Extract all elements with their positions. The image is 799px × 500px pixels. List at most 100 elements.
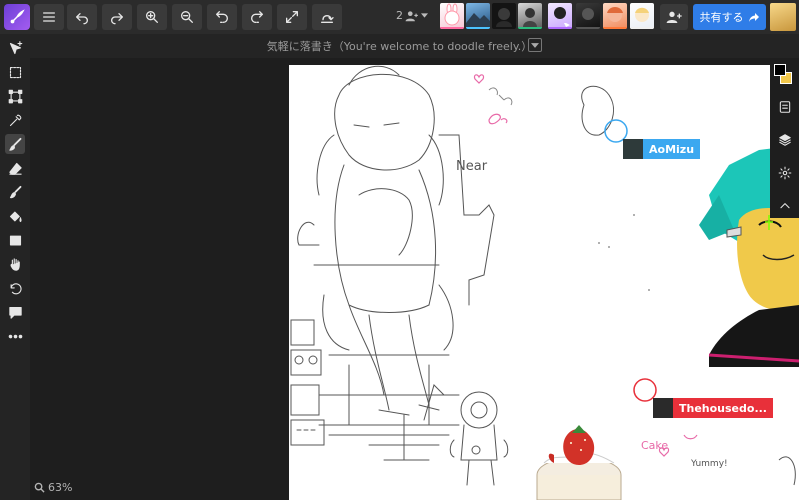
panel-settings-button[interactable]: [776, 164, 793, 181]
menu-icon: [43, 12, 55, 22]
user-avatar-6[interactable]: [576, 3, 600, 29]
undo-button[interactable]: [67, 4, 97, 30]
avatar-bunny-icon: [444, 3, 460, 26]
menu-button[interactable]: [34, 4, 64, 30]
chevron-down-icon: [531, 42, 539, 48]
user-avatar-3[interactable]: [492, 3, 516, 29]
avatar-character-icon: [582, 8, 594, 20]
add-user-icon: [666, 11, 682, 23]
cursor-label-aomizu: AoMizu: [623, 139, 701, 159]
chevron-up-icon: [779, 202, 790, 208]
smudge-icon: [9, 185, 21, 198]
zoom-indicator[interactable]: 63%: [34, 481, 72, 494]
cursor-avatar: [623, 139, 643, 159]
tool-move[interactable]: [5, 38, 25, 58]
user-avatar-2[interactable]: [466, 3, 490, 29]
avatar-landscape-icon: [466, 13, 490, 27]
rotate-right-button[interactable]: [242, 4, 272, 30]
canvas-text-near: Near: [456, 159, 488, 174]
tool-comment[interactable]: [5, 302, 25, 322]
user-count-text: 2: [396, 9, 403, 22]
zoom-level: 63%: [48, 481, 73, 494]
transform-icon: [8, 89, 22, 103]
tool-shape[interactable]: [5, 230, 25, 250]
online-users-count[interactable]: 2: [396, 9, 428, 22]
avatar-character-icon: [635, 7, 649, 22]
chevron-down-icon: [421, 13, 428, 18]
gear-icon: [778, 166, 791, 179]
zoom-in-button[interactable]: [137, 4, 167, 30]
brush-icon: [8, 137, 21, 151]
avatar-character-icon: [607, 7, 623, 22]
cursor-avatar: [653, 398, 673, 418]
fullscreen-button[interactable]: [277, 4, 307, 30]
rotate-right-icon: [251, 11, 263, 23]
adjustments-icon: [779, 100, 790, 113]
redo-icon: [111, 13, 123, 25]
more-dots-icon: [8, 334, 22, 338]
panel-adjust-button[interactable]: [776, 98, 793, 115]
avatar-character-icon: [523, 8, 537, 27]
panel-collapse-button[interactable]: [776, 197, 793, 214]
left-toolbar: [0, 34, 30, 500]
canvas-text-cake: Cake: [641, 439, 669, 452]
primary-color[interactable]: [774, 64, 786, 76]
marquee-select-icon: [9, 66, 21, 78]
title-dropdown-button[interactable]: [528, 38, 542, 52]
comment-icon: [8, 306, 22, 319]
tool-transform[interactable]: [5, 86, 25, 106]
fullscreen-icon: [286, 11, 298, 23]
tool-brush[interactable]: [5, 134, 25, 154]
tool-more[interactable]: [5, 326, 25, 346]
rotate-canvas-icon: [10, 282, 22, 294]
user-avatar-1[interactable]: [440, 3, 464, 29]
user-avatar-5[interactable]: [548, 3, 572, 29]
tool-eyedropper[interactable]: [5, 110, 25, 130]
top-bar: 2 共有する: [0, 0, 799, 34]
cursor-name: AoMizu: [643, 139, 701, 159]
avatar-character-icon: [554, 7, 570, 27]
drawing-canvas[interactable]: Near Cake Yummy! AoMizu Thehousedo...: [289, 65, 799, 500]
brush-logo-icon: [10, 9, 25, 24]
add-user-button[interactable]: [660, 4, 688, 30]
eraser-icon: [8, 162, 22, 175]
cursor-label-thehouse: Thehousedo...: [653, 398, 773, 418]
tool-smudge[interactable]: [5, 182, 25, 202]
tool-rotate[interactable]: [5, 278, 25, 298]
zoom-out-button[interactable]: [172, 4, 202, 30]
avatar-character-icon: [496, 8, 512, 27]
share-button[interactable]: 共有する: [693, 4, 766, 30]
redo-button[interactable]: [102, 4, 132, 30]
user-avatar-7[interactable]: [603, 3, 627, 29]
color-swatch[interactable]: [774, 64, 794, 86]
layers-icon: [778, 133, 791, 146]
tool-eraser[interactable]: [5, 158, 25, 178]
users-icon: [405, 10, 418, 21]
share-arrow-icon: [748, 12, 759, 22]
user-avatar-4[interactable]: [518, 3, 542, 29]
app-logo[interactable]: [4, 4, 30, 30]
rectangle-shape-icon: [9, 235, 21, 245]
zoom-in-icon: [146, 11, 158, 23]
current-user-avatar[interactable]: [770, 3, 796, 31]
panel-layers-button[interactable]: [776, 131, 793, 148]
undo-icon: [76, 13, 88, 25]
eyedropper-icon: [9, 114, 21, 126]
rotate-left-icon: [216, 11, 228, 23]
rotate-left-button[interactable]: [207, 4, 237, 30]
hand-icon: [10, 257, 20, 271]
user-avatar-8[interactable]: [630, 3, 654, 29]
canvas-text-yummy: Yummy!: [691, 459, 728, 469]
flip-icon: [321, 15, 334, 23]
cursor-name: Thehousedo...: [673, 398, 773, 418]
move-icon: [9, 40, 22, 54]
zoom-out-icon: [181, 11, 193, 23]
flip-button[interactable]: [312, 4, 342, 30]
tool-select[interactable]: [5, 62, 25, 82]
share-button-label: 共有する: [699, 11, 744, 24]
tool-fill[interactable]: [5, 206, 25, 226]
right-panel: [770, 58, 799, 218]
document-title[interactable]: 気軽に落書き（You're welcome to doodle freely.）: [0, 38, 799, 54]
tool-hand[interactable]: [5, 254, 25, 274]
canvas-artwork: [290, 65, 799, 500]
